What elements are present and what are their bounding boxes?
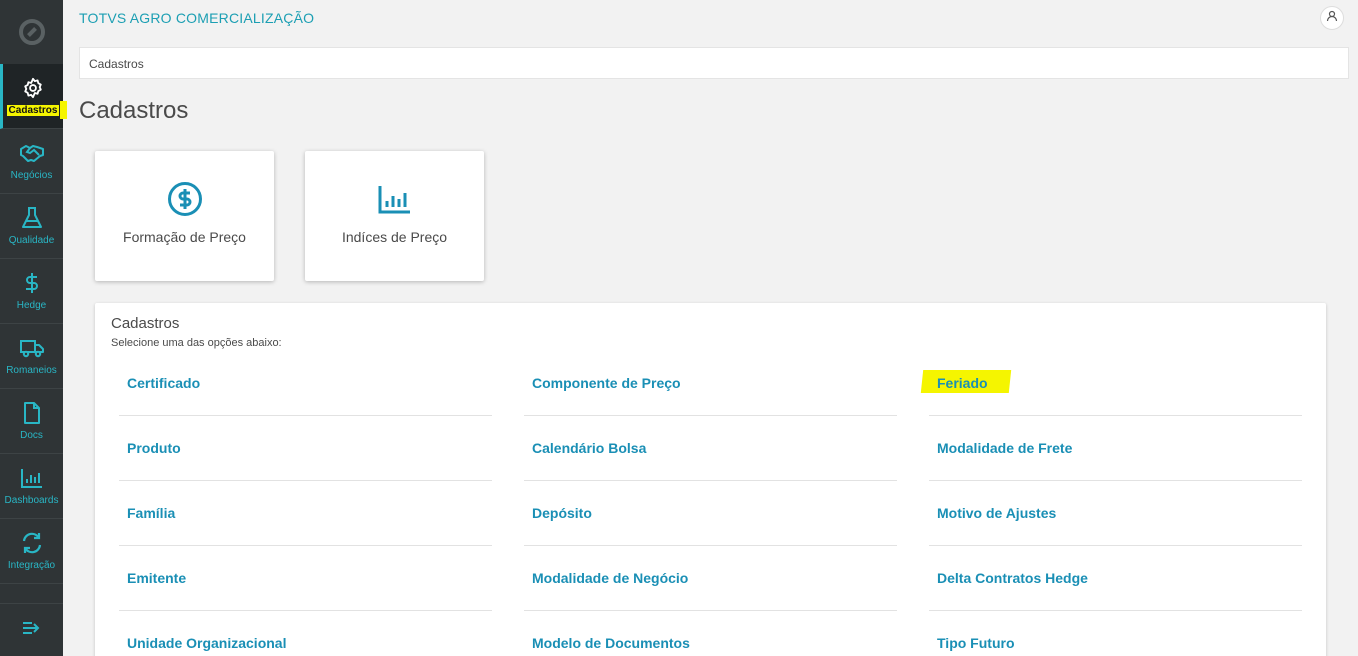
- handshake-icon: [19, 141, 44, 165]
- list-item-calendario-bolsa[interactable]: Calendário Bolsa: [524, 416, 897, 481]
- sidebar-item-label: Docs: [20, 430, 43, 441]
- sidebar-item-label: Negócios: [10, 170, 53, 181]
- list-item-label: Calendário Bolsa: [532, 440, 647, 456]
- card-formacao-de-preco[interactable]: Formação de Preço: [95, 151, 274, 281]
- list-item-modalidade-de-negocio[interactable]: Modalidade de Negócio: [524, 546, 897, 611]
- sidebar-item-hedge[interactable]: Hedge: [0, 259, 63, 324]
- list-item-label: Emitente: [127, 570, 187, 586]
- list-item-familia[interactable]: Família: [119, 481, 492, 546]
- truck-icon: [19, 336, 44, 360]
- list-item-label: Família: [127, 505, 176, 521]
- page-title: Cadastros: [79, 97, 189, 124]
- card-indices-de-preco[interactable]: Indíces de Preço: [305, 151, 484, 281]
- sidebar-item-dashboards[interactable]: Dashboards: [0, 454, 63, 519]
- cadastros-panel: Cadastros Selecione uma das opções abaix…: [95, 303, 1326, 656]
- dollar-sign-icon: [20, 271, 44, 295]
- collapse-arrow-icon: [22, 620, 42, 641]
- list-item-deposito[interactable]: Depósito: [524, 481, 897, 546]
- sidebar-item-qualidade[interactable]: Qualidade: [0, 194, 63, 259]
- card-label: Indíces de Preço: [341, 229, 448, 245]
- sidebar-item-cadastros[interactable]: Cadastros: [0, 64, 63, 129]
- flask-icon: [20, 206, 44, 230]
- list-item-label: Modelo de Documentos: [532, 635, 690, 651]
- user-icon: [1326, 9, 1338, 27]
- sidebar-item-negocios[interactable]: Negócios: [0, 129, 63, 194]
- list-item-tipo-futuro[interactable]: Tipo Futuro: [929, 611, 1302, 656]
- list-item-componente-de-preco[interactable]: Componente de Preço: [524, 351, 897, 416]
- logo-icon: [18, 19, 45, 45]
- list-item-label: Tipo Futuro: [937, 635, 1015, 651]
- sidebar-item-label: Dashboards: [4, 495, 59, 506]
- list-item-feriado[interactable]: Feriado: [929, 351, 1302, 416]
- document-icon: [20, 401, 44, 425]
- dollar-circle-icon: [167, 181, 203, 217]
- sidebar-item-docs[interactable]: Docs: [0, 389, 63, 454]
- sidebar-item-label: Romaneios: [6, 365, 57, 376]
- list-item-modelo-de-documentos[interactable]: Modelo de Documentos: [524, 611, 897, 656]
- list-item-label: Modalidade de Negócio: [532, 570, 689, 586]
- sidebar-item-romaneios[interactable]: Romaneios: [0, 324, 63, 389]
- list-item-label: Unidade Organizacional: [127, 635, 287, 651]
- list-item-label: Certificado: [127, 375, 201, 391]
- sidebar-item-label: Cadastros: [6, 105, 60, 116]
- list-item-certificado[interactable]: Certificado: [119, 351, 492, 416]
- app-title: TOTVS AGRO COMERCIALIZAÇÃO: [79, 10, 315, 26]
- sidebar: Cadastros Negócios Qualidade Hedge Roman…: [0, 0, 67, 656]
- list-item-emitente[interactable]: Emitente: [119, 546, 492, 611]
- list-item-label: Delta Contratos Hedge: [937, 570, 1088, 586]
- gear-icon: [21, 76, 45, 100]
- sidebar-item-label: Qualidade: [8, 235, 55, 246]
- list-item-label: Motivo de Ajustes: [937, 505, 1057, 521]
- sidebar-item-label: Hedge: [16, 300, 47, 311]
- bar-chart-icon: [377, 181, 413, 217]
- highlight-marker: [60, 101, 67, 119]
- sidebar-item-label: Integração: [7, 560, 56, 571]
- list-item-modalidade-de-frete[interactable]: Modalidade de Frete: [929, 416, 1302, 481]
- card-label: Formação de Preço: [123, 229, 246, 245]
- breadcrumb: Cadastros: [79, 47, 1349, 79]
- list-item-label: Feriado: [937, 375, 988, 391]
- list-item-delta-contratos-hedge[interactable]: Delta Contratos Hedge: [929, 546, 1302, 611]
- list-item-produto[interactable]: Produto: [119, 416, 492, 481]
- list-item-unidade-organizacional[interactable]: Unidade Organizacional: [119, 611, 492, 656]
- list-item-label: Componente de Preço: [532, 375, 681, 391]
- sidebar-item-integracao[interactable]: Integração: [0, 519, 63, 584]
- list-item-label: Modalidade de Frete: [937, 440, 1073, 456]
- user-avatar-button[interactable]: [1320, 6, 1344, 30]
- list-item-label: Depósito: [532, 505, 592, 521]
- list-item-label: Produto: [127, 440, 181, 456]
- bar-chart-icon: [20, 466, 44, 490]
- collapse-menu-button[interactable]: [0, 603, 63, 656]
- list-item-motivo-de-ajustes[interactable]: Motivo de Ajustes: [929, 481, 1302, 546]
- panel-title: Cadastros: [111, 315, 180, 332]
- sync-icon: [20, 531, 44, 555]
- panel-subtitle: Selecione uma das opções abaixo:: [111, 337, 282, 349]
- totvs-logo[interactable]: [0, 0, 63, 64]
